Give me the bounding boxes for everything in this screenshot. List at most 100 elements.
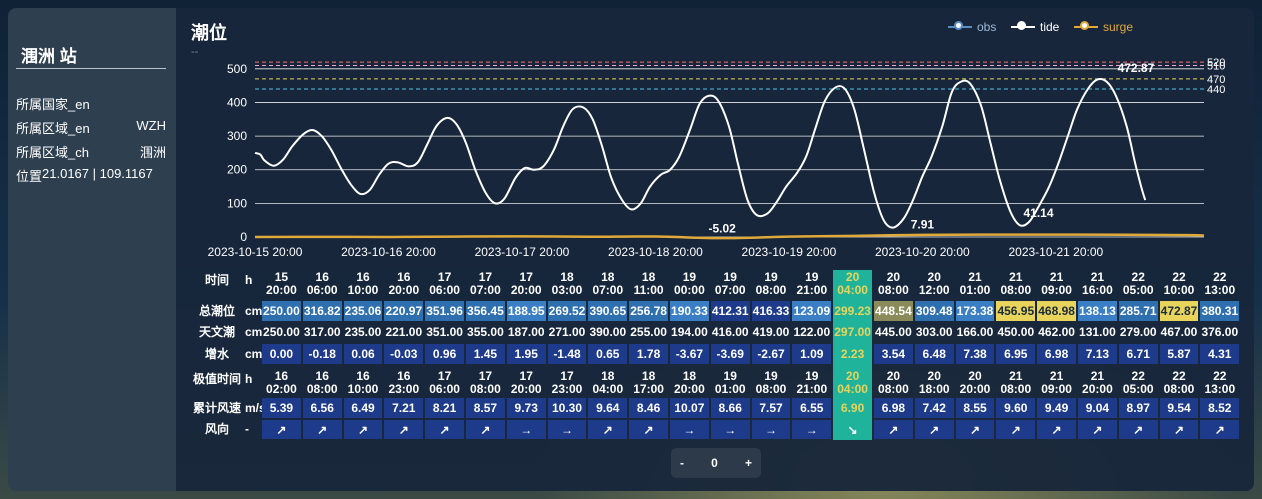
wind-direction-icon: → bbox=[710, 420, 750, 439]
time-cell: 21 09:00 bbox=[1041, 270, 1072, 297]
wind-direction-icon: ↗ bbox=[343, 420, 383, 439]
info-row: 所属国家_en bbox=[16, 94, 166, 113]
x-tick-label: 2023-10-20 20:00 bbox=[875, 245, 970, 259]
divider bbox=[16, 68, 166, 69]
ext-time-cell: 17 20:00 bbox=[510, 369, 542, 396]
info-row: 位置 21.0167 | 109.1167 bbox=[16, 166, 166, 185]
info-label: 所属区域_ch bbox=[16, 145, 89, 160]
total-cell: 188.95 bbox=[506, 301, 546, 321]
astro-cell: 122.00 bbox=[793, 325, 831, 339]
ext-time-cell: 16 02:00 bbox=[266, 369, 297, 396]
total-cell: 285.71 bbox=[1118, 301, 1158, 321]
y-tick-label: 200 bbox=[227, 163, 247, 177]
wind-direction-icon: ↘ bbox=[833, 420, 872, 439]
total-cell: 390.65 bbox=[588, 301, 628, 321]
info-row: 所属区域_ch 涠洲 bbox=[16, 142, 166, 161]
row-label: 时间 bbox=[204, 273, 229, 287]
wind-direction-icon: → bbox=[751, 420, 791, 439]
x-tick-label: 2023-10-21 20:00 bbox=[1008, 245, 1103, 259]
time-cell: 17 06:00 bbox=[429, 270, 460, 297]
astro-cell: 297.00 bbox=[834, 325, 871, 339]
wind-cell: 8.55 bbox=[955, 398, 995, 418]
row-unit: h bbox=[245, 372, 253, 386]
total-cell: 416.33 bbox=[751, 301, 791, 321]
wind-cell: 9.04 bbox=[1078, 398, 1117, 418]
astro-cell: 187.00 bbox=[507, 325, 545, 339]
wind-direction-icon: ↗ bbox=[588, 420, 628, 439]
pager-next-button[interactable]: + bbox=[745, 456, 752, 470]
total-cell: 299.23 bbox=[833, 301, 872, 321]
ext-time-cell: 22 05:00 bbox=[1122, 369, 1154, 396]
ext-time-cell: 18 20:00 bbox=[674, 369, 705, 396]
wind-direction-icon: → bbox=[792, 420, 832, 439]
time-cell: 21 16:00 bbox=[1082, 270, 1113, 297]
row-unit: cm bbox=[245, 304, 263, 318]
info-value: WZH bbox=[136, 118, 166, 133]
tide-panel: 潮位 -- obs tide surge 0 100 200 300 400 500 520… bbox=[176, 8, 1254, 491]
wind-direction-icon: ↗ bbox=[1118, 420, 1158, 439]
surge-cell: -2.67 bbox=[751, 344, 791, 364]
wind-direction-icon: ↗ bbox=[302, 420, 342, 439]
astro-cell: 194.00 bbox=[671, 325, 708, 339]
row-unit: cm bbox=[245, 347, 263, 361]
data-label: -5.02 bbox=[708, 222, 736, 236]
time-cell: 16 06:00 bbox=[306, 270, 338, 297]
total-cell: 448.54 bbox=[874, 301, 913, 321]
astro-cell: 303.00 bbox=[915, 325, 953, 339]
wind-direction-icon: ↗ bbox=[466, 420, 505, 439]
time-cell: 16 20:00 bbox=[388, 270, 420, 297]
pager-prev-button[interactable]: - bbox=[680, 456, 684, 470]
astro-cell: 250.00 bbox=[263, 325, 300, 339]
astro-cell: 355.00 bbox=[467, 325, 504, 339]
wind-cell: 9.64 bbox=[588, 398, 628, 418]
wind-cell: 6.55 bbox=[792, 398, 832, 418]
total-cell: 468.98 bbox=[1037, 301, 1076, 321]
wind-cell: 9.54 bbox=[1159, 398, 1199, 418]
astro-cell: 376.00 bbox=[1201, 325, 1239, 339]
info-value: 涠洲 bbox=[139, 145, 166, 160]
surge-cell: 6.48 bbox=[914, 344, 954, 364]
ext-time-cell: 21 20:00 bbox=[1082, 369, 1113, 396]
astro-cell: 317.00 bbox=[303, 325, 341, 339]
wind-direction-icon: ↗ bbox=[955, 420, 995, 439]
surge-cell: 6.95 bbox=[996, 344, 1036, 364]
astro-cell: 351.00 bbox=[426, 325, 463, 339]
info-label: 所属区域_en bbox=[16, 121, 90, 136]
ext-time-cell: 20 18:00 bbox=[918, 369, 950, 396]
station-info-panel: 涠洲 站 所属国家_en 所属区域_en WZH 所属区域_ch 涠洲 位置 2… bbox=[8, 8, 176, 491]
ext-time-cell: 17 23:00 bbox=[551, 369, 583, 396]
y-tick-label: 0 bbox=[240, 230, 247, 244]
y-tick-label: 100 bbox=[227, 196, 247, 210]
row-label: 风向 bbox=[204, 422, 229, 436]
time-cell: 17 07:00 bbox=[470, 270, 501, 297]
ext-time-cell: 16 23:00 bbox=[388, 369, 420, 396]
ext-time-cell: 16 08:00 bbox=[306, 369, 338, 396]
total-cell: 309.48 bbox=[914, 301, 954, 321]
time-cell: 17 20:00 bbox=[510, 270, 542, 297]
info-label: 位置 bbox=[16, 169, 43, 184]
wind-cell: 8.57 bbox=[466, 398, 505, 418]
astro-cell: 166.00 bbox=[956, 325, 994, 339]
surge-cell: 0.65 bbox=[588, 344, 628, 364]
time-cell: 22 10:00 bbox=[1163, 270, 1195, 297]
astro-cell: 390.00 bbox=[589, 325, 627, 339]
surge-cell: -0.18 bbox=[302, 344, 342, 364]
wind-direction-icon: ↗ bbox=[1078, 420, 1117, 439]
surge-cell: 3.54 bbox=[874, 344, 913, 364]
surge-cell: -3.67 bbox=[670, 344, 709, 364]
surge-cell: 1.95 bbox=[506, 344, 546, 364]
data-label: 472.87 bbox=[1118, 61, 1155, 75]
wind-direction-icon: ↗ bbox=[262, 420, 301, 439]
time-cell: 21 08:00 bbox=[1000, 270, 1032, 297]
wind-direction-icon: → bbox=[670, 420, 709, 439]
time-cell: 20 04:00 bbox=[837, 270, 868, 297]
wind-cell: 7.42 bbox=[914, 398, 954, 418]
wind-direction-icon: → bbox=[506, 420, 546, 439]
wind-direction-icon: ↗ bbox=[425, 420, 464, 439]
surge-cell: -1.48 bbox=[547, 344, 587, 364]
time-cell: 19 21:00 bbox=[796, 270, 828, 297]
ext-time-cell: 19 01:00 bbox=[714, 369, 746, 396]
time-cell: 19 07:00 bbox=[714, 270, 746, 297]
total-cell: 256.78 bbox=[629, 301, 668, 321]
wind-cell: 6.90 bbox=[833, 398, 872, 418]
